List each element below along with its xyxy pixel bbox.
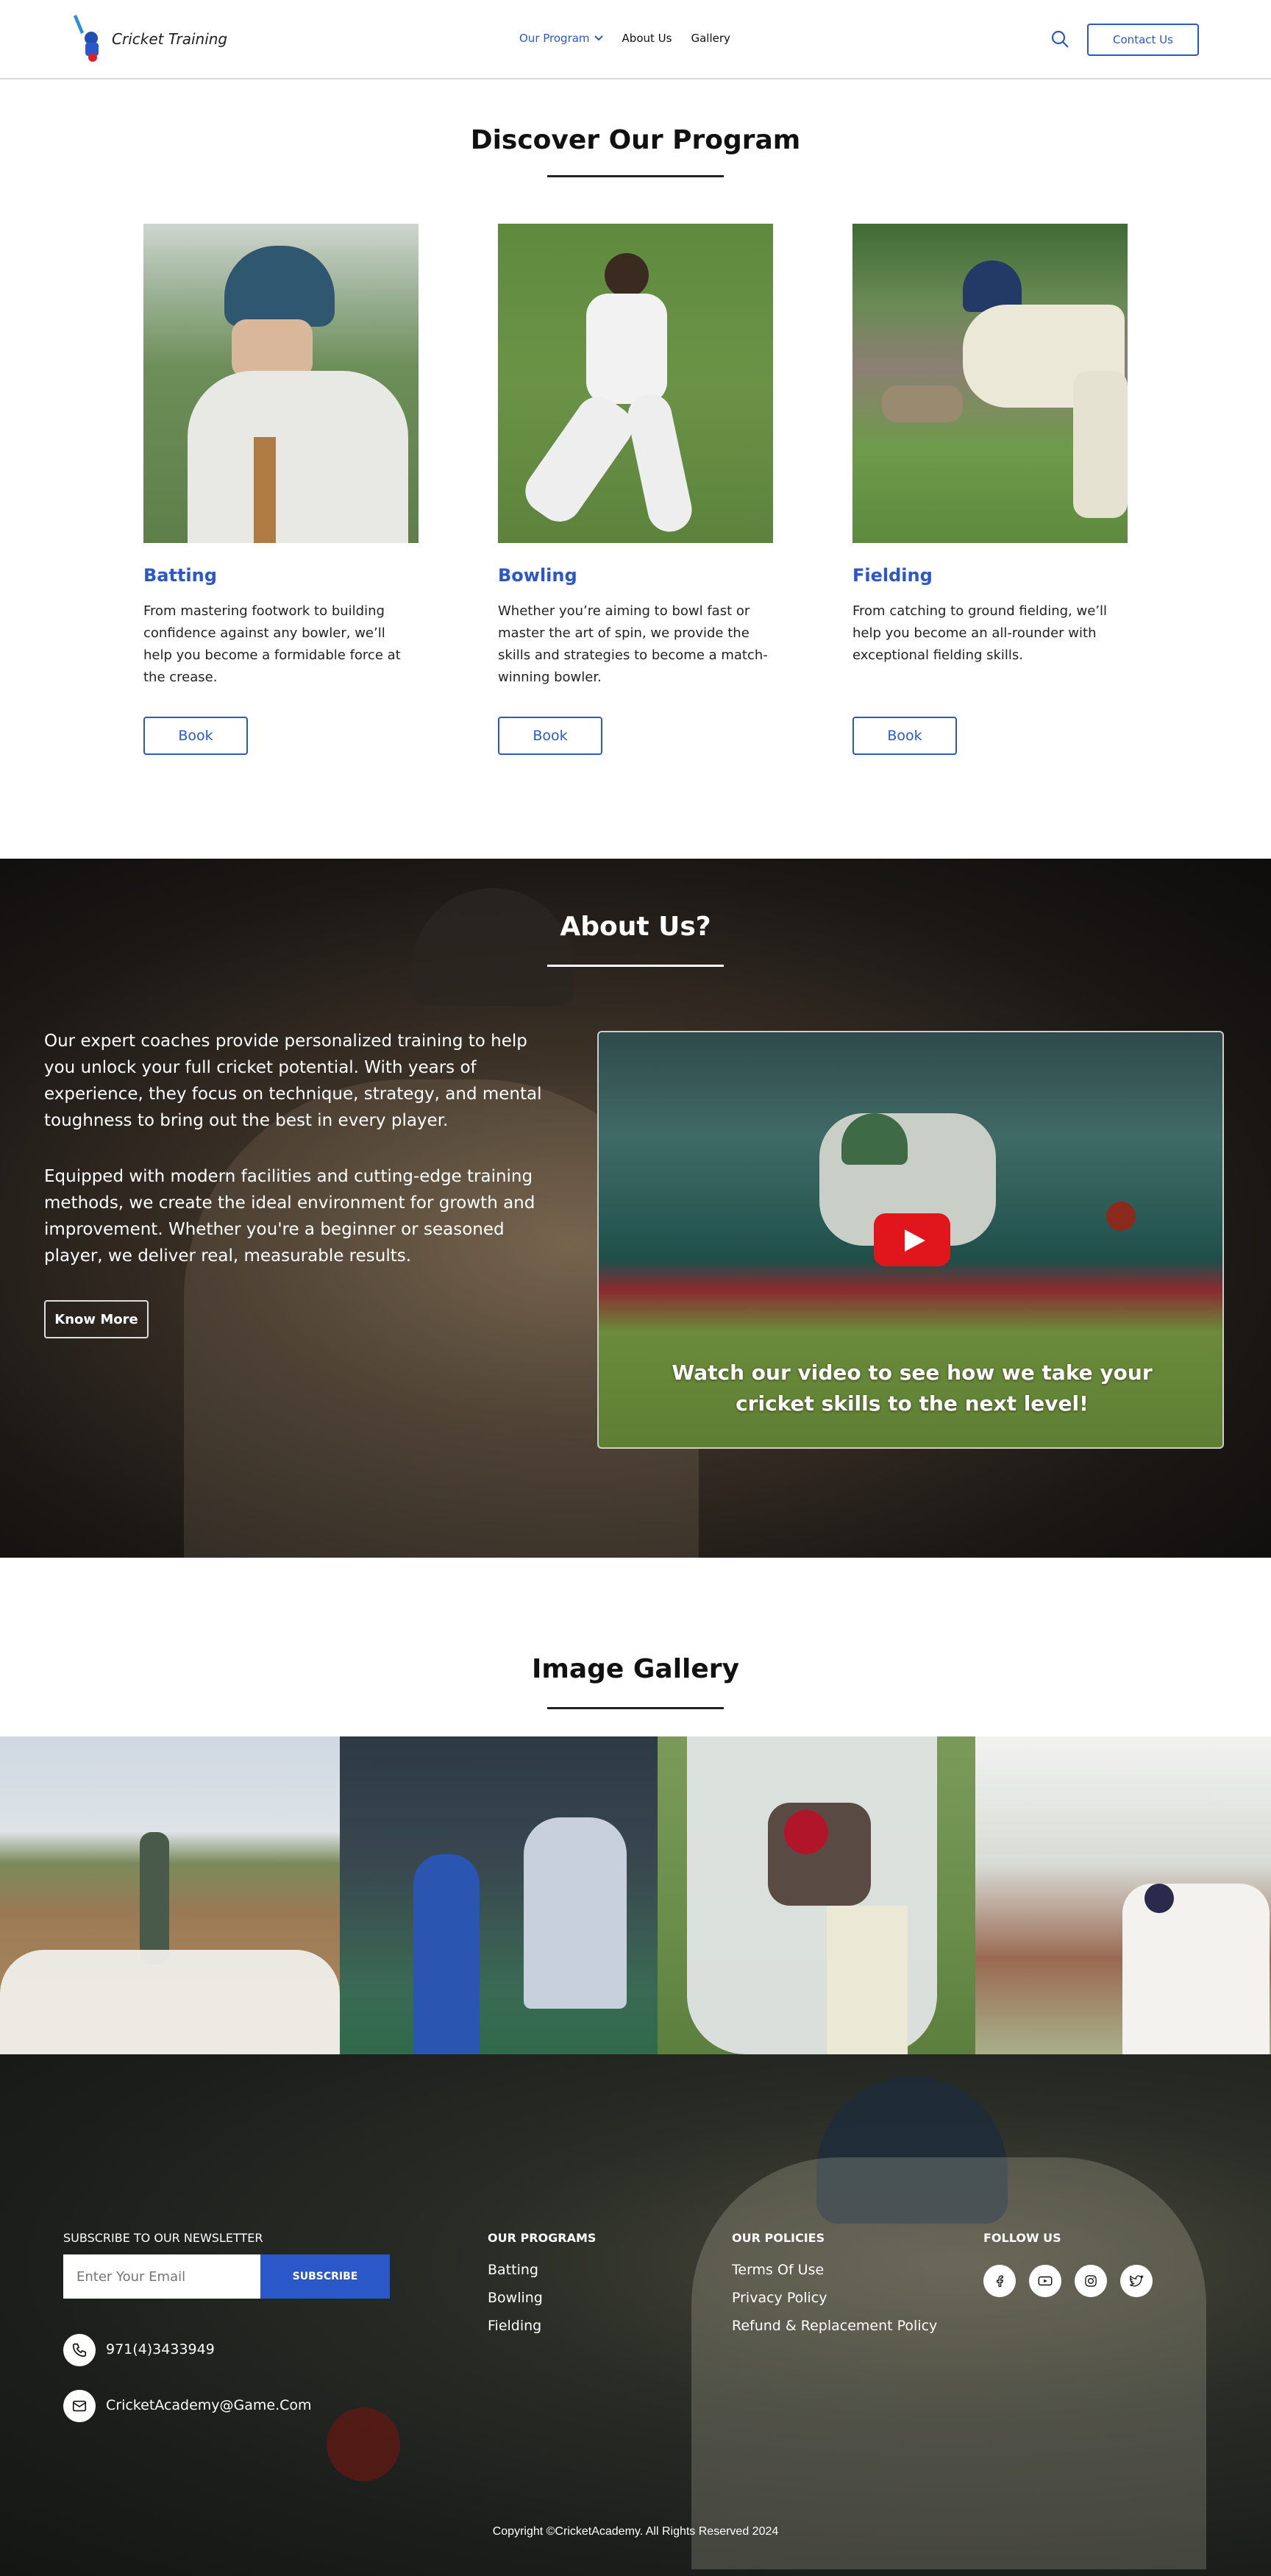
gallery-image-2[interactable] <box>340 1736 658 2054</box>
subscribe-button[interactable]: SUBSCRIBE <box>260 2254 390 2299</box>
footer-link-refund[interactable]: Refund & Replacement Policy <box>732 2318 937 2334</box>
about-section: About Us? Our expert coaches provide per… <box>0 859 1271 1558</box>
logo-icon <box>74 15 99 62</box>
gallery-image-3[interactable] <box>658 1736 975 2054</box>
follow-heading: FOLLOW US <box>983 2231 1061 2245</box>
twitter-icon[interactable] <box>1120 2265 1153 2297</box>
bowling-image <box>498 224 773 543</box>
card-title: Batting <box>143 565 217 586</box>
fielding-image <box>852 224 1128 543</box>
newsletter-heading: SUBSCRIBE TO OUR NEWSLETTER <box>63 2231 263 2245</box>
mail-icon <box>63 2390 96 2422</box>
brand-logo[interactable]: Cricket Training <box>74 13 227 65</box>
program-card-batting: Batting From mastering footwork to build… <box>143 224 419 689</box>
footer-link-terms[interactable]: Terms Of Use <box>732 2262 824 2278</box>
newsletter-email-input[interactable] <box>63 2254 260 2299</box>
book-batting-button[interactable]: Book <box>143 717 248 755</box>
copyright: Copyright ©CricketAcademy. All Rights Re… <box>492 2525 779 2538</box>
gallery-title: Image Gallery <box>531 1654 740 1684</box>
book-bowling-button[interactable]: Book <box>498 717 602 755</box>
search-icon[interactable] <box>1050 29 1069 49</box>
know-more-button[interactable]: Know More <box>44 1300 149 1338</box>
program-card-bowling: Bowling Whether you’re aiming to bowl fa… <box>498 224 773 689</box>
footer-email[interactable]: CricketAcademy@Game.Com <box>106 2397 312 2413</box>
about-title: About Us? <box>560 912 711 942</box>
video-thumbnail-ball <box>1106 1202 1136 1231</box>
footer-link-privacy[interactable]: Privacy Policy <box>732 2290 827 2306</box>
batting-image <box>143 224 419 543</box>
facebook-icon[interactable] <box>983 2265 1016 2297</box>
footer-background-ball <box>327 2408 400 2481</box>
card-description: Whether you’re aiming to bowl fast or ma… <box>498 603 768 685</box>
footer-background-body <box>691 2157 1206 2569</box>
book-fielding-button[interactable]: Book <box>852 717 957 755</box>
policies-heading: OUR POLICIES <box>732 2231 825 2245</box>
play-icon[interactable] <box>874 1213 950 1266</box>
top-navbar: Cricket Training Our Program About Us Ga… <box>0 0 1271 79</box>
instagram-icon[interactable] <box>1075 2265 1107 2297</box>
program-title: Discover Our Program <box>470 125 801 155</box>
chevron-down-icon <box>594 35 603 41</box>
about-background-image <box>412 888 574 1006</box>
main-menu: Our Program About Us Gallery <box>519 32 730 45</box>
card-title: Bowling <box>498 565 577 586</box>
video-player[interactable]: Watch our video to see how we take your … <box>597 1031 1224 1449</box>
about-paragraph-2: Equipped with modern facilities and cutt… <box>44 1167 535 1266</box>
image-gallery <box>0 1736 1271 2054</box>
gallery-image-1[interactable] <box>0 1736 340 2054</box>
footer-phone[interactable]: 971(4)3433949 <box>106 2341 215 2357</box>
programs-heading: OUR PROGRAMS <box>488 2231 597 2245</box>
about-title-underline <box>547 965 724 967</box>
footer: SUBSCRIBE TO OUR NEWSLETTER SUBSCRIBE 97… <box>0 2054 1271 2576</box>
menu-our-program-label: Our Program <box>519 32 590 45</box>
footer-link-batting[interactable]: Batting <box>488 2262 538 2278</box>
youtube-icon[interactable] <box>1029 2265 1061 2297</box>
card-description: From catching to ground fielding, we’ll … <box>852 603 1107 663</box>
about-paragraph-1: Our expert coaches provide personalized … <box>44 1032 542 1130</box>
menu-about-us[interactable]: About Us <box>622 32 672 45</box>
brand-name: Cricket Training <box>112 30 228 48</box>
card-title: Fielding <box>852 565 933 586</box>
footer-link-fielding[interactable]: Fielding <box>488 2318 541 2334</box>
footer-link-bowling[interactable]: Bowling <box>488 2290 543 2306</box>
gallery-image-4[interactable] <box>975 1736 1271 2054</box>
menu-gallery[interactable]: Gallery <box>691 32 730 45</box>
program-title-underline <box>547 175 724 177</box>
program-card-fielding: Fielding From catching to ground fieldin… <box>852 224 1128 667</box>
phone-icon <box>63 2334 96 2366</box>
contact-us-button[interactable]: Contact Us <box>1087 24 1199 56</box>
program-section: Discover Our Program Batting From master… <box>0 79 1271 913</box>
video-caption: Watch our video to see how we take your … <box>672 1360 1153 1416</box>
menu-our-program[interactable]: Our Program <box>519 32 603 45</box>
gallery-title-underline <box>547 1707 724 1709</box>
card-description: From mastering footwork to building conf… <box>143 603 401 685</box>
